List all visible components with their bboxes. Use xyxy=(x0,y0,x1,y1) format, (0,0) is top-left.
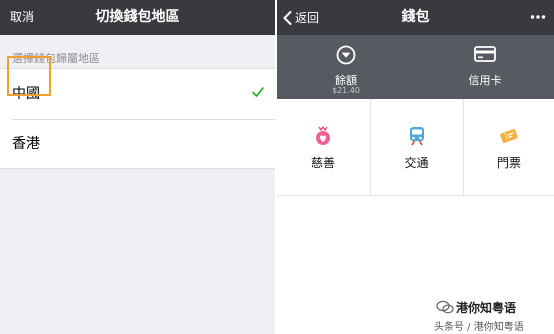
chevron-left-icon xyxy=(283,10,292,25)
service-label: 慈善 xyxy=(310,156,335,170)
back-button[interactable]: 返回 xyxy=(283,0,319,35)
left-navbar: 取消 切換錢包地區 xyxy=(0,0,275,35)
more-dots-icon[interactable] xyxy=(530,11,546,23)
balance-icon xyxy=(336,45,356,65)
balance-value: $21.40 xyxy=(332,86,360,95)
wechat-logo-icon xyxy=(436,300,454,314)
service-transport[interactable]: 交通 xyxy=(370,99,462,195)
ticket-icon xyxy=(500,128,518,144)
balance-button[interactable]: 餘額 $21.40 xyxy=(277,35,415,99)
credit-card-button[interactable]: 信用卡 xyxy=(416,35,554,99)
wallet-summary-bar: 餘額 $21.40 信用卡 xyxy=(277,35,554,99)
charity-icon xyxy=(316,126,330,145)
watermark-subtitle: 头条号 / 港你知粤语 xyxy=(434,322,524,333)
checkmark-icon xyxy=(252,87,264,97)
page-title: 切換錢包地區 xyxy=(95,9,180,25)
service-label: 門票 xyxy=(496,156,521,170)
region-label: 香港 xyxy=(12,136,40,152)
service-charity[interactable]: 慈善 xyxy=(277,99,369,195)
watermark-title: 港你知粤语 xyxy=(456,301,517,315)
credit-card-label: 信用卡 xyxy=(468,74,502,87)
wallet-screen: 返回 錢包 餘額 $21.40 信用卡 慈善 交通 門票 xyxy=(277,0,554,334)
region-select-screen: 取消 切換錢包地區 選擇錢包歸屬地區 中國 香港 xyxy=(0,0,275,334)
service-label: 交通 xyxy=(404,156,429,170)
region-option-hong-kong[interactable]: 香港 xyxy=(0,119,275,169)
service-tickets[interactable]: 門票 xyxy=(463,99,554,195)
right-navbar: 返回 錢包 xyxy=(277,0,554,35)
credit-card-icon xyxy=(474,46,496,62)
transport-icon xyxy=(409,127,424,146)
back-label: 返回 xyxy=(295,11,320,25)
services-grid: 慈善 交通 門票 xyxy=(277,99,554,196)
highlight-box xyxy=(7,56,51,96)
